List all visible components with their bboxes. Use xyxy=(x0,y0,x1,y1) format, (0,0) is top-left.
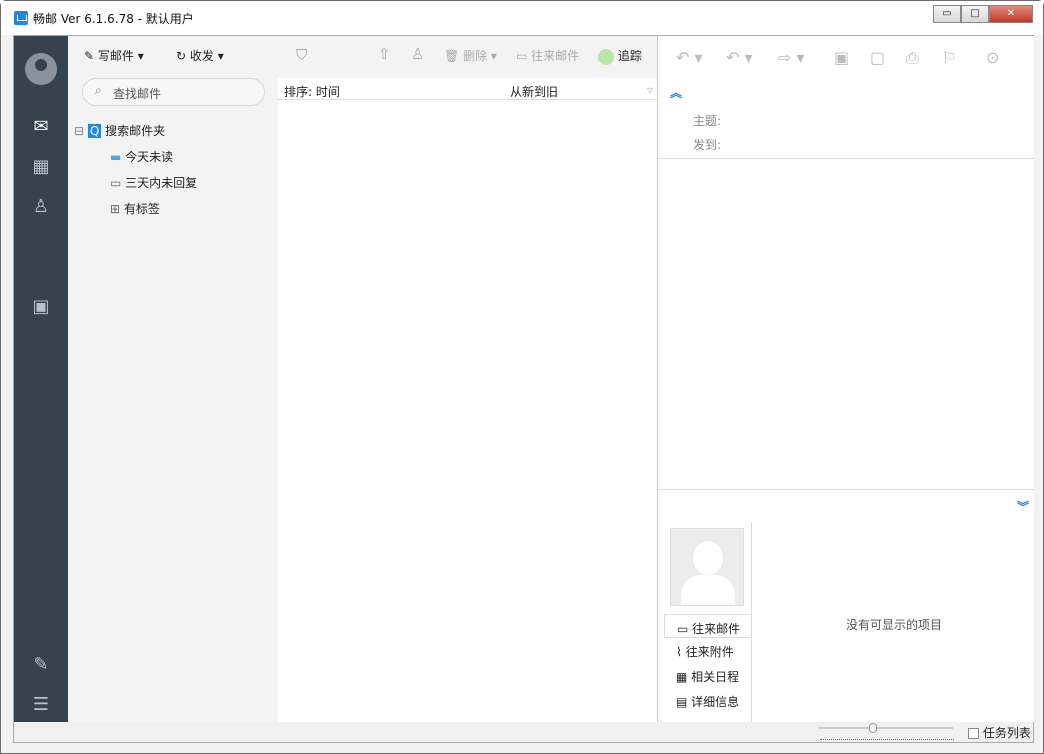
expand-down-icon[interactable]: ︾ xyxy=(1017,498,1029,515)
contact-panel: ︾ ▭ 往来邮件 ⌇ 往来附件 ▦ 相关日程 ▤ 详细信息 没有可显示的项目 xyxy=(658,490,1035,722)
tree-item[interactable]: ⊞ 有标签 xyxy=(110,200,160,217)
move-up-icon[interactable]: ⇧ xyxy=(378,45,391,63)
calendar-small-icon: ▭ xyxy=(110,176,121,190)
document-icon[interactable]: ▢ xyxy=(870,48,885,67)
zoom-slider[interactable] xyxy=(819,727,953,729)
tasklist-label: 任务列表 xyxy=(983,726,1031,740)
edit-icon[interactable]: ▣ xyxy=(834,48,849,67)
status-bar: 任务列表 xyxy=(14,722,1033,742)
mail-icon[interactable]: ✉ xyxy=(28,116,54,138)
minimize-button[interactable]: ▭ xyxy=(933,5,961,23)
reading-pane: ↶ ▾ ↶ ▾ ⇨ ▾ ▣ ▢ ⎙ ⚐ ⊙ ︽ 主题: 发到: ︾ ▭ 往来邮件… xyxy=(657,36,1034,722)
contact-photo xyxy=(670,528,744,606)
track-icon xyxy=(598,49,614,65)
tab-label: 相关日程 xyxy=(691,670,739,684)
to-label: 发到: xyxy=(693,136,721,153)
tree-item-label: 有标签 xyxy=(124,202,160,216)
tab-related-mail[interactable]: ▭ 往来邮件 xyxy=(664,614,750,638)
app-window: 畅邮 Ver 6.1.6.78 - 默认用户 ▭ □ ✕ ✉ ▦ ♙ ▣ ✎ ☰… xyxy=(0,0,1044,754)
related-label: 往来邮件 xyxy=(531,49,579,63)
flag-icon[interactable]: ⚐ xyxy=(942,48,956,67)
delete-label: 删除 xyxy=(463,49,487,63)
related-mail-button[interactable]: ▭ 往来邮件 xyxy=(516,47,579,64)
filter-icon[interactable]: ⛉ xyxy=(296,46,307,64)
more-icon[interactable]: ⊙ xyxy=(986,48,999,67)
user-avatar[interactable] xyxy=(25,53,57,85)
tab-details[interactable]: ▤ 详细信息 xyxy=(664,688,750,712)
menu-icon[interactable]: ☰ xyxy=(28,694,54,716)
contacts-icon[interactable]: ♙ xyxy=(28,196,54,218)
app-logo-icon xyxy=(14,11,28,25)
tab-label: 往来附件 xyxy=(686,645,734,659)
tree-item[interactable]: ▭ 三天内未回复 xyxy=(110,174,197,191)
forward-icon[interactable]: ⇨ ▾ xyxy=(778,48,805,67)
refresh-icon: ↻ xyxy=(176,49,186,63)
reply-all-icon[interactable]: ↶ ▾ xyxy=(726,48,753,67)
close-button[interactable]: ✕ xyxy=(989,5,1033,23)
tab-related-attachments[interactable]: ⌇ 往来附件 xyxy=(664,638,750,662)
tab-label: 详细信息 xyxy=(691,695,739,709)
nav-sidebar: ✉ ▦ ♙ ▣ ✎ ☰ xyxy=(14,36,68,742)
maximize-button[interactable]: □ xyxy=(961,5,989,23)
notes-icon[interactable]: ▣ xyxy=(28,296,54,318)
track-button[interactable]: 追踪 xyxy=(598,47,642,65)
track-label: 追踪 xyxy=(618,49,642,63)
sort-order[interactable]: 从新到旧 xyxy=(510,83,558,100)
title-bar: 畅邮 Ver 6.1.6.78 - 默认用户 ▭ □ ✕ xyxy=(1,1,1043,35)
collapse-up-icon[interactable]: ︽ xyxy=(670,84,682,101)
folder-icon: ▬ xyxy=(110,150,121,164)
empty-message: 没有可显示的项目 xyxy=(846,616,942,633)
calendar-icon[interactable]: ▦ xyxy=(28,156,54,178)
tree-root[interactable]: ⊟ Q 搜索邮件夹 xyxy=(74,122,165,139)
grid-icon: ⊞ xyxy=(110,202,120,216)
envelope-icon: ▭ xyxy=(516,49,527,63)
send-receive-button[interactable]: ↻ 收发 ▾ xyxy=(176,47,224,64)
print-icon[interactable]: ⎙ xyxy=(906,48,919,68)
tree-item-label: 三天内未回复 xyxy=(125,176,197,190)
tab-label: 往来邮件 xyxy=(692,622,740,636)
compose-icon: ✎ xyxy=(84,49,94,63)
reply-icon[interactable]: ↶ ▾ xyxy=(676,48,703,67)
filter-small-icon[interactable]: ▿ xyxy=(647,83,653,97)
window-title: 畅邮 Ver 6.1.6.78 - 默认用户 xyxy=(33,10,194,27)
folder-panel: ✎ 写邮件 ▾ ↻ 收发 ▾ 查找邮件 ⊟ Q 搜索邮件夹 ▬ 今天未读 ▭ 三… xyxy=(68,36,278,722)
trash-icon: 🗑 xyxy=(444,49,459,63)
search-folder-icon: Q xyxy=(88,124,101,138)
zoom-slider-handle[interactable] xyxy=(869,723,877,733)
tree-item-label: 今天未读 xyxy=(125,150,173,164)
wrench-icon[interactable]: ✎ xyxy=(28,654,54,676)
delete-button[interactable]: 🗑 删除 ▾ xyxy=(444,47,497,64)
tree-item[interactable]: ▬ 今天未读 xyxy=(110,148,173,165)
search-input[interactable]: 查找邮件 xyxy=(82,78,265,106)
mail-list: ⛉ ⇧ ♙ 🗑 删除 ▾ ▭ 往来邮件 追踪 排序: 时间 从新到旧 ▿ xyxy=(278,36,657,722)
tree-root-label: 搜索邮件夹 xyxy=(105,124,165,138)
sort-header[interactable]: 排序: 时间 从新到旧 ▿ xyxy=(278,80,657,100)
contact-icon[interactable]: ♙ xyxy=(411,45,424,63)
compose-button[interactable]: ✎ 写邮件 ▾ xyxy=(84,47,144,64)
tasklist-checkbox[interactable]: 任务列表 xyxy=(968,724,1031,741)
tab-related-schedule[interactable]: ▦ 相关日程 xyxy=(664,663,750,687)
subject-label: 主题: xyxy=(693,112,721,129)
sort-label[interactable]: 排序: 时间 xyxy=(284,83,340,100)
send-receive-label: 收发 xyxy=(190,49,214,63)
compose-label: 写邮件 xyxy=(98,49,134,63)
